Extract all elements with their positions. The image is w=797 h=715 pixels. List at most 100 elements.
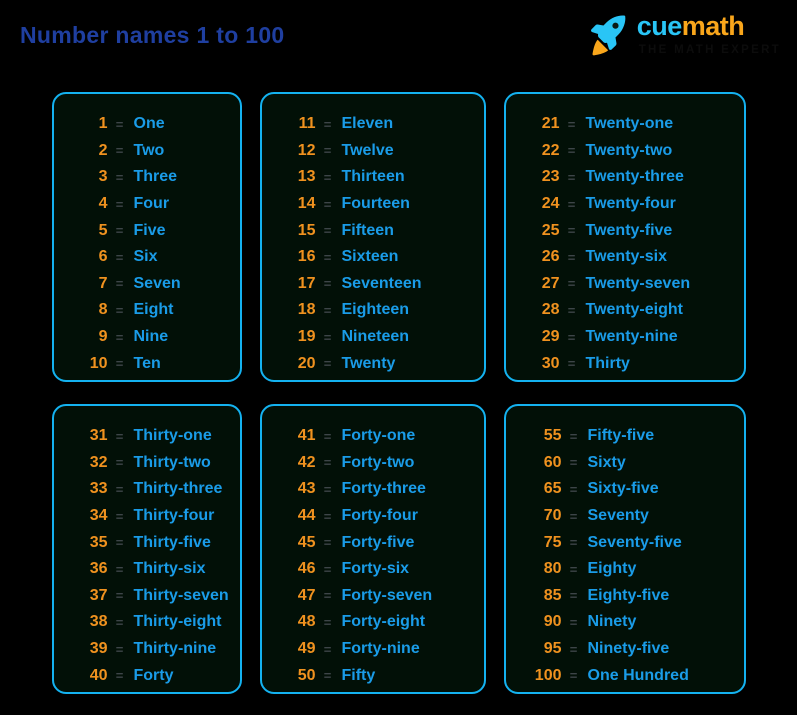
number-row: 43 = Forty-three: [262, 476, 484, 503]
numeral: 37: [89, 586, 108, 604]
numeral: 48: [297, 613, 316, 631]
equals-sign: =: [323, 143, 332, 159]
equals-sign: =: [115, 588, 124, 604]
numeral: 19: [297, 328, 316, 346]
equals-sign: =: [323, 668, 332, 684]
number-name: Eight: [133, 301, 174, 319]
number-row: 31 = Thirty-one: [54, 423, 240, 450]
equals-sign: =: [567, 143, 576, 159]
number-name: Sixty-five: [587, 480, 659, 498]
number-name: Forty-three: [341, 480, 426, 498]
equals-sign: =: [569, 641, 578, 657]
number-name: Thirty-nine: [133, 640, 217, 658]
numeral: 17: [297, 274, 316, 292]
number-rows: 11 = Eleven 12 = Twelve 13 = Thirteen 14 = Fourteen…: [262, 111, 484, 377]
equals-sign: =: [323, 302, 332, 318]
numeral: 2: [98, 141, 108, 159]
numeral: 80: [543, 560, 562, 578]
number-row: 2 = Two: [54, 138, 240, 165]
number-name: Twenty: [341, 354, 396, 372]
equals-sign: =: [323, 223, 332, 239]
numeral: 75: [543, 533, 562, 551]
numeral: 7: [98, 274, 108, 292]
card-41-to-50: 41 = Forty-one 42 = Forty-two 43 = Forty-three 44…: [259, 404, 486, 694]
number-name: Four: [133, 195, 170, 213]
number-rows: 55 = Fifty-five 60 = Sixty 65 = Sixty-five 70 = Sev…: [506, 423, 744, 689]
numeral: 4: [98, 195, 108, 213]
number-row: 26 = Twenty-six: [506, 244, 744, 271]
number-name: Ten: [133, 354, 161, 372]
number-row: 34 = Thirty-four: [54, 503, 240, 530]
number-row: 27 = Twenty-seven: [506, 271, 744, 298]
number-row: 100 = One Hundred: [506, 662, 744, 689]
equals-sign: =: [115, 143, 124, 159]
equals-sign: =: [323, 196, 332, 212]
number-row: 7 = Seven: [54, 271, 240, 298]
number-rows: 21 = Twenty-one 22 = Twenty-two 23 = Twenty-thre…: [506, 111, 744, 377]
equals-sign: =: [567, 356, 576, 372]
equals-sign: =: [323, 535, 332, 551]
number-row: 95 = Ninety-five: [506, 636, 744, 663]
number-name: Thirteen: [341, 168, 405, 186]
number-row: 41 = Forty-one: [262, 423, 484, 450]
number-name: Eighty-five: [587, 586, 670, 604]
number-row: 44 = Forty-four: [262, 503, 484, 530]
numeral: 42: [297, 453, 316, 471]
number-rows: 31 = Thirty-one 32 = Thirty-two 33 = Thirty-thre…: [54, 423, 240, 689]
number-name: Sixty: [587, 453, 626, 471]
number-name: Forty-nine: [341, 640, 420, 658]
number-row: 16 = Sixteen: [262, 244, 484, 271]
number-name: Fifteen: [341, 221, 394, 239]
number-row: 19 = Nineteen: [262, 324, 484, 351]
number-row: 5 = Five: [54, 217, 240, 244]
number-name: Thirty-one: [133, 427, 212, 445]
number-name: Three: [133, 168, 178, 186]
equals-sign: =: [567, 196, 576, 212]
number-row: 36 = Thirty-six: [54, 556, 240, 583]
cuemath-logo: cuemath THE MATH EXPERT: [583, 11, 781, 59]
number-name: One Hundred: [587, 666, 689, 684]
equals-sign: =: [115, 223, 124, 239]
equals-sign: =: [323, 588, 332, 604]
numeral: 18: [297, 301, 316, 319]
numeral: 22: [541, 141, 560, 159]
equals-sign: =: [323, 508, 332, 524]
number-name: Twenty-eight: [585, 301, 683, 319]
equals-sign: =: [115, 302, 124, 318]
number-name: Thirty-two: [133, 453, 211, 471]
number-row: 22 = Twenty-two: [506, 138, 744, 165]
number-name: Nine: [133, 328, 169, 346]
numeral: 21: [541, 115, 560, 133]
equals-sign: =: [323, 116, 332, 132]
numeral: 30: [541, 354, 560, 372]
number-name: Twenty-six: [585, 248, 668, 266]
numeral: 60: [543, 453, 562, 471]
numeral: 27: [541, 274, 560, 292]
number-name: Forty-four: [341, 507, 418, 525]
numeral: 100: [534, 666, 562, 684]
numeral: 44: [297, 507, 316, 525]
number-row: 46 = Forty-six: [262, 556, 484, 583]
numeral: 8: [98, 301, 108, 319]
equals-sign: =: [115, 641, 124, 657]
number-row: 37 = Thirty-seven: [54, 583, 240, 610]
number-row: 6 = Six: [54, 244, 240, 271]
equals-sign: =: [567, 169, 576, 185]
number-name: Thirty: [585, 354, 630, 372]
number-name: Ninety-five: [587, 640, 670, 658]
equals-sign: =: [323, 561, 332, 577]
number-row: 24 = Twenty-four: [506, 191, 744, 218]
number-row: 50 = Fifty: [262, 662, 484, 689]
number-row: 11 = Eleven: [262, 111, 484, 138]
numeral: 29: [541, 328, 560, 346]
numeral: 32: [89, 453, 108, 471]
numeral: 55: [543, 427, 562, 445]
number-row: 14 = Fourteen: [262, 191, 484, 218]
numeral: 50: [297, 666, 316, 684]
number-name: Twenty-two: [585, 141, 673, 159]
number-row: 48 = Forty-eight: [262, 609, 484, 636]
equals-sign: =: [567, 249, 576, 265]
number-name: Seventy: [587, 507, 649, 525]
numeral: 13: [297, 168, 316, 186]
equals-sign: =: [323, 249, 332, 265]
